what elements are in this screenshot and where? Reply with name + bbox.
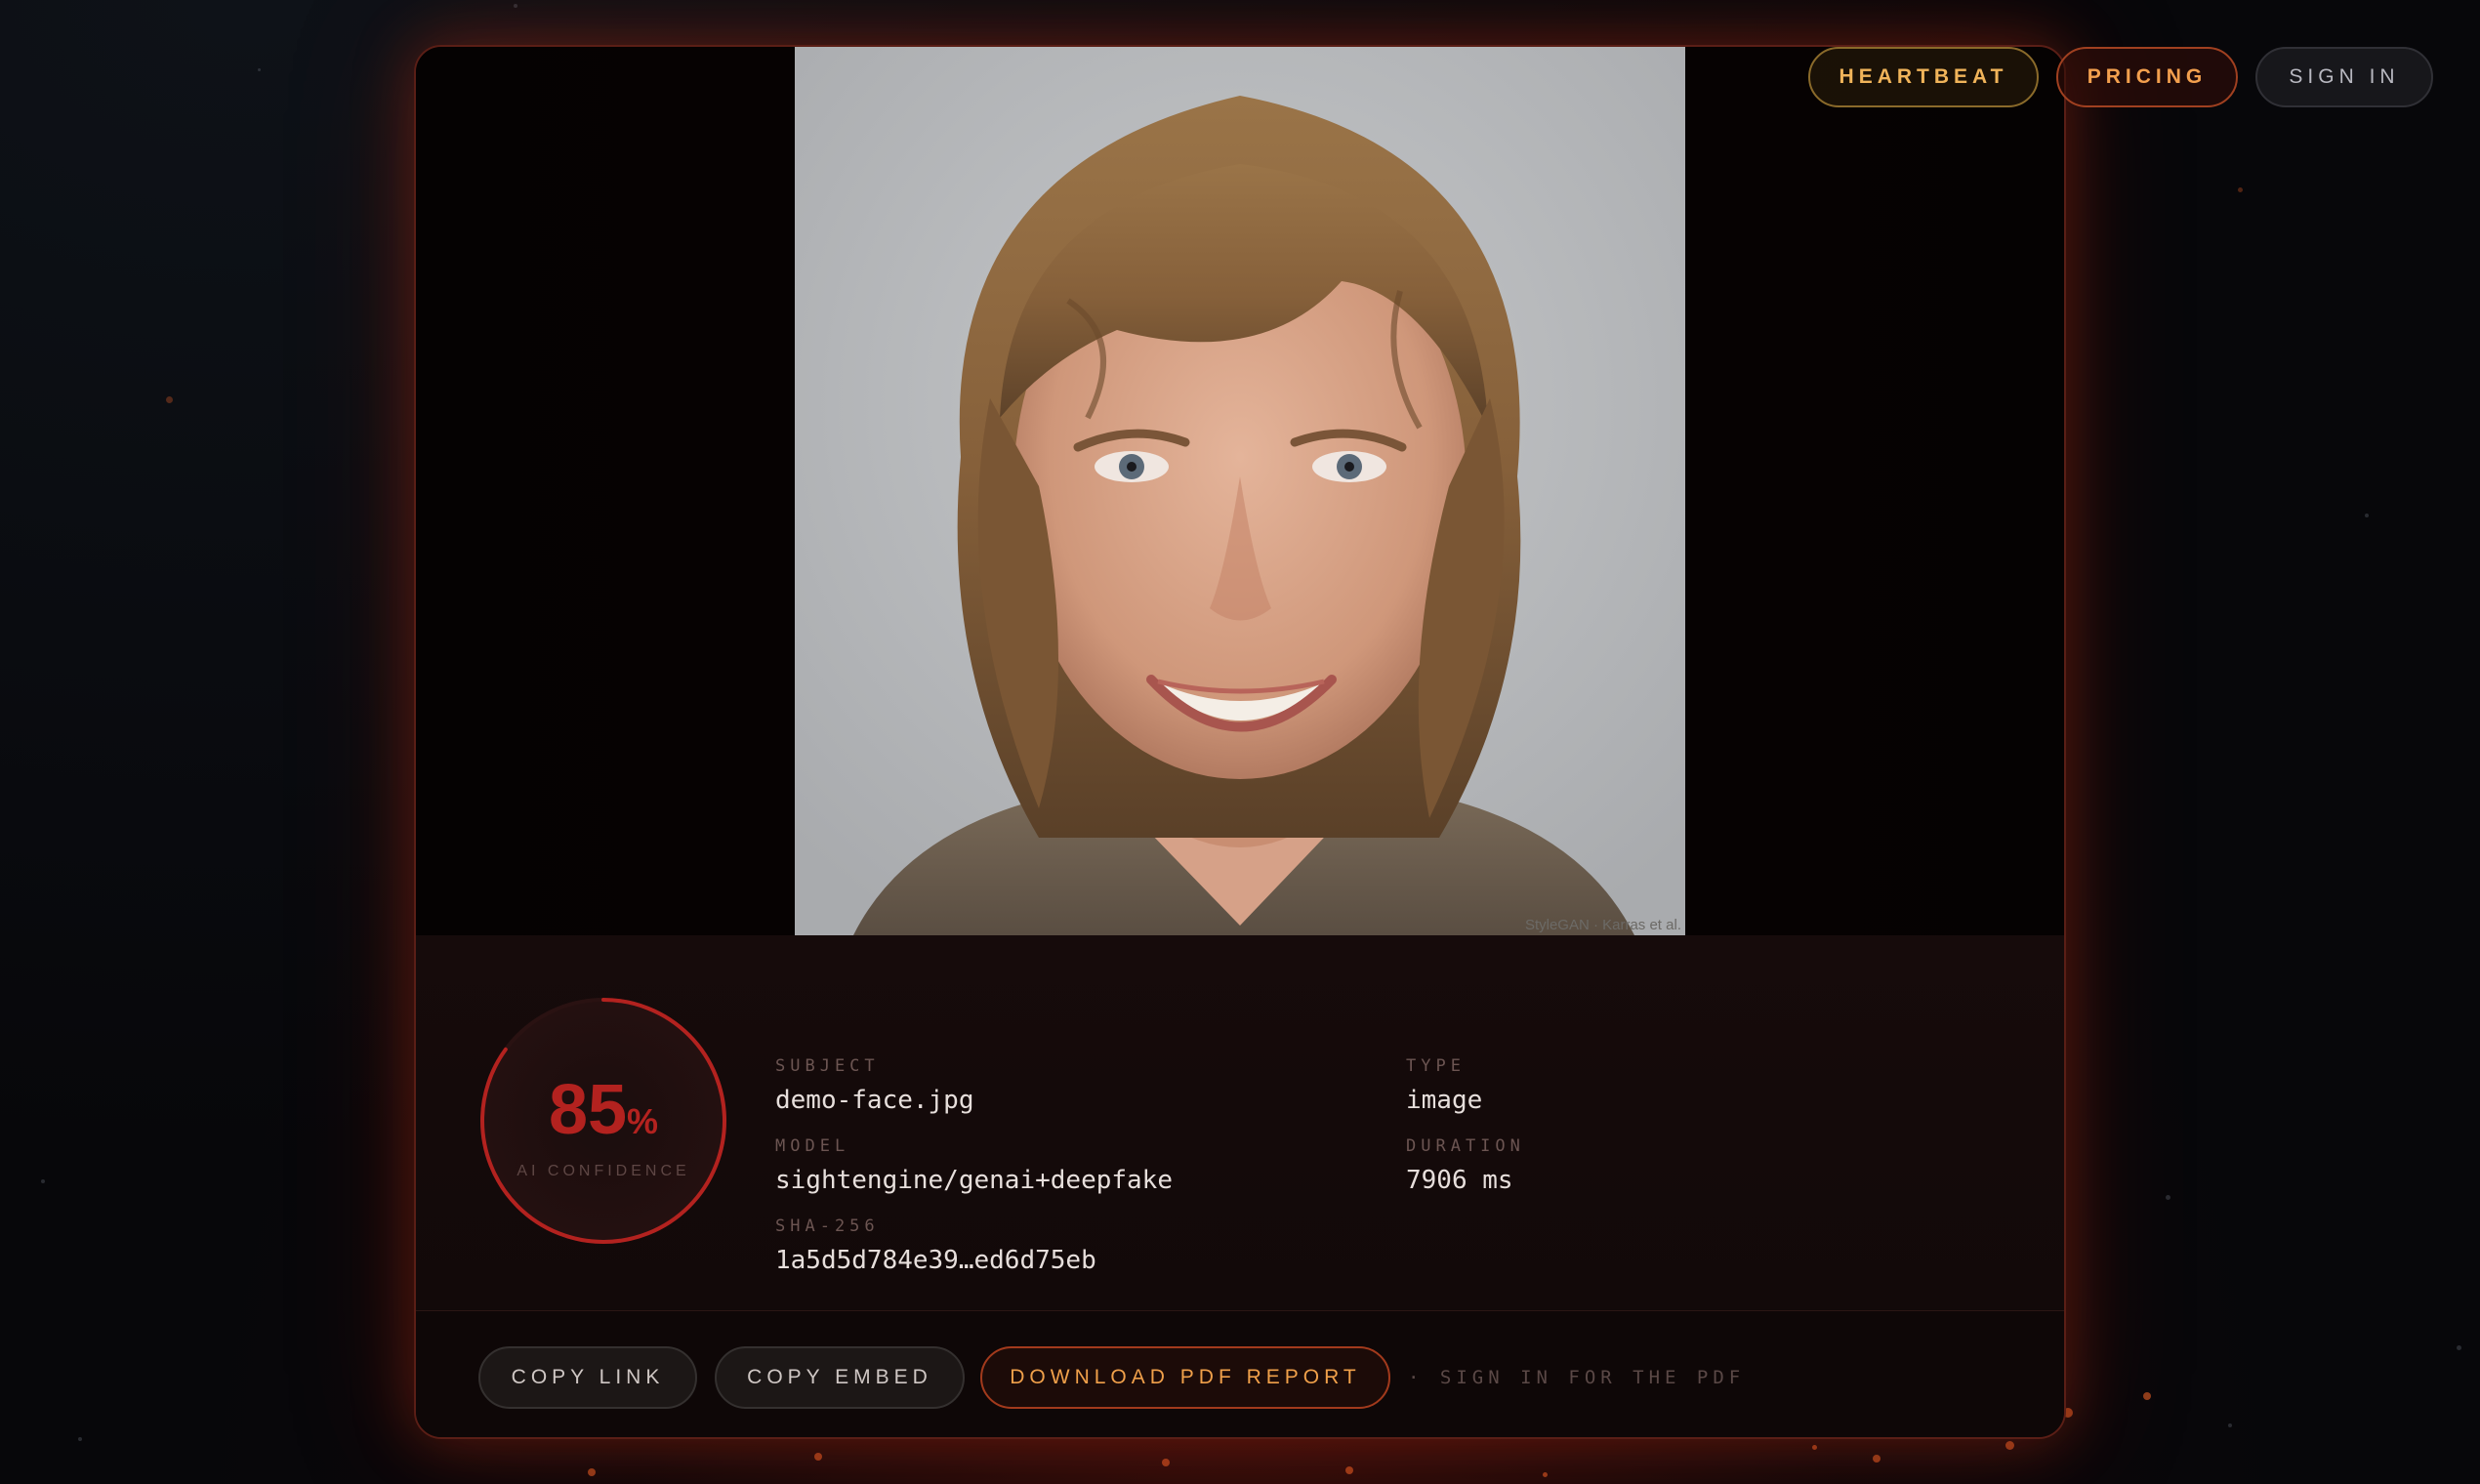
pricing-button[interactable]: PRICING <box>2056 47 2238 107</box>
model-field: MODEL sightengine/genai+deepfake <box>775 1136 1173 1195</box>
subject-label: SUBJECT <box>775 1056 880 1076</box>
sign-in-button[interactable]: SIGN IN <box>2255 47 2433 107</box>
background-particle <box>258 68 261 71</box>
background-particle <box>41 1179 45 1183</box>
sha-value: 1a5d5d784e39…ed6d75eb <box>775 1246 1096 1275</box>
subject-value: demo-face.jpg <box>775 1086 974 1115</box>
background-particle <box>2005 1441 2014 1450</box>
confidence-value: 85% <box>548 1071 659 1149</box>
copy-embed-button[interactable]: COPY EMBED <box>715 1346 965 1409</box>
type-label: TYPE <box>1406 1056 1466 1076</box>
model-label: MODEL <box>775 1136 850 1156</box>
background-particle <box>2166 1195 2170 1200</box>
background-particle <box>1543 1472 1548 1477</box>
confidence-readout: 85% AI CONFIDENCE <box>476 994 730 1248</box>
confidence-gauge: 85% AI CONFIDENCE <box>476 994 730 1248</box>
image-credit: StyleGAN · Karras et al. <box>1524 917 1681 933</box>
background-particle <box>1873 1455 1881 1463</box>
background-particle <box>2457 1345 2461 1350</box>
background-particle <box>2238 187 2243 192</box>
subject-field: SUBJECT demo-face.jpg <box>775 1056 974 1115</box>
background-particle <box>514 4 517 8</box>
background-particle <box>2143 1392 2151 1400</box>
background-particle <box>2365 514 2369 517</box>
analyzed-image: StyleGAN · Karras et al. <box>795 47 1685 935</box>
type-value: image <box>1406 1086 1483 1115</box>
duration-field: DURATION 7906 ms <box>1406 1136 1525 1195</box>
result-card: StyleGAN · Karras et al. 85% AI CONFIDEN… <box>414 45 2066 1439</box>
background-particle <box>1162 1459 1170 1466</box>
action-bar: COPY LINK COPY EMBED DOWNLOAD PDF REPORT… <box>416 1311 2064 1437</box>
sha-field: SHA-256 1a5d5d784e39…ed6d75eb <box>775 1216 1096 1275</box>
background-particle <box>1345 1466 1353 1474</box>
pdf-sign-in-note: · SIGN IN FOR THE PDF <box>1408 1367 1746 1388</box>
heartbeat-button[interactable]: HEARTBEAT <box>1808 47 2039 107</box>
background-particle <box>1812 1445 1817 1450</box>
copy-link-button[interactable]: COPY LINK <box>478 1346 697 1409</box>
type-field: TYPE image <box>1406 1056 1482 1115</box>
background-particle <box>814 1453 822 1461</box>
confidence-label: AI CONFIDENCE <box>517 1163 690 1179</box>
model-value: sightengine/genai+deepfake <box>775 1166 1173 1195</box>
duration-label: DURATION <box>1406 1136 1525 1156</box>
background-particle <box>166 396 173 403</box>
background-particle <box>2228 1423 2232 1427</box>
media-preview: StyleGAN · Karras et al. <box>416 47 2064 935</box>
sha-label: SHA-256 <box>775 1216 880 1236</box>
result-details: 85% AI CONFIDENCE SUBJECT demo-face.jpg … <box>416 935 2064 1310</box>
background-particle <box>78 1437 82 1441</box>
duration-value: 7906 ms <box>1406 1166 1513 1195</box>
top-nav: HEARTBEAT PRICING SIGN IN <box>1808 47 2433 107</box>
background-particle <box>588 1468 596 1476</box>
download-pdf-button[interactable]: DOWNLOAD PDF REPORT <box>980 1346 1390 1409</box>
